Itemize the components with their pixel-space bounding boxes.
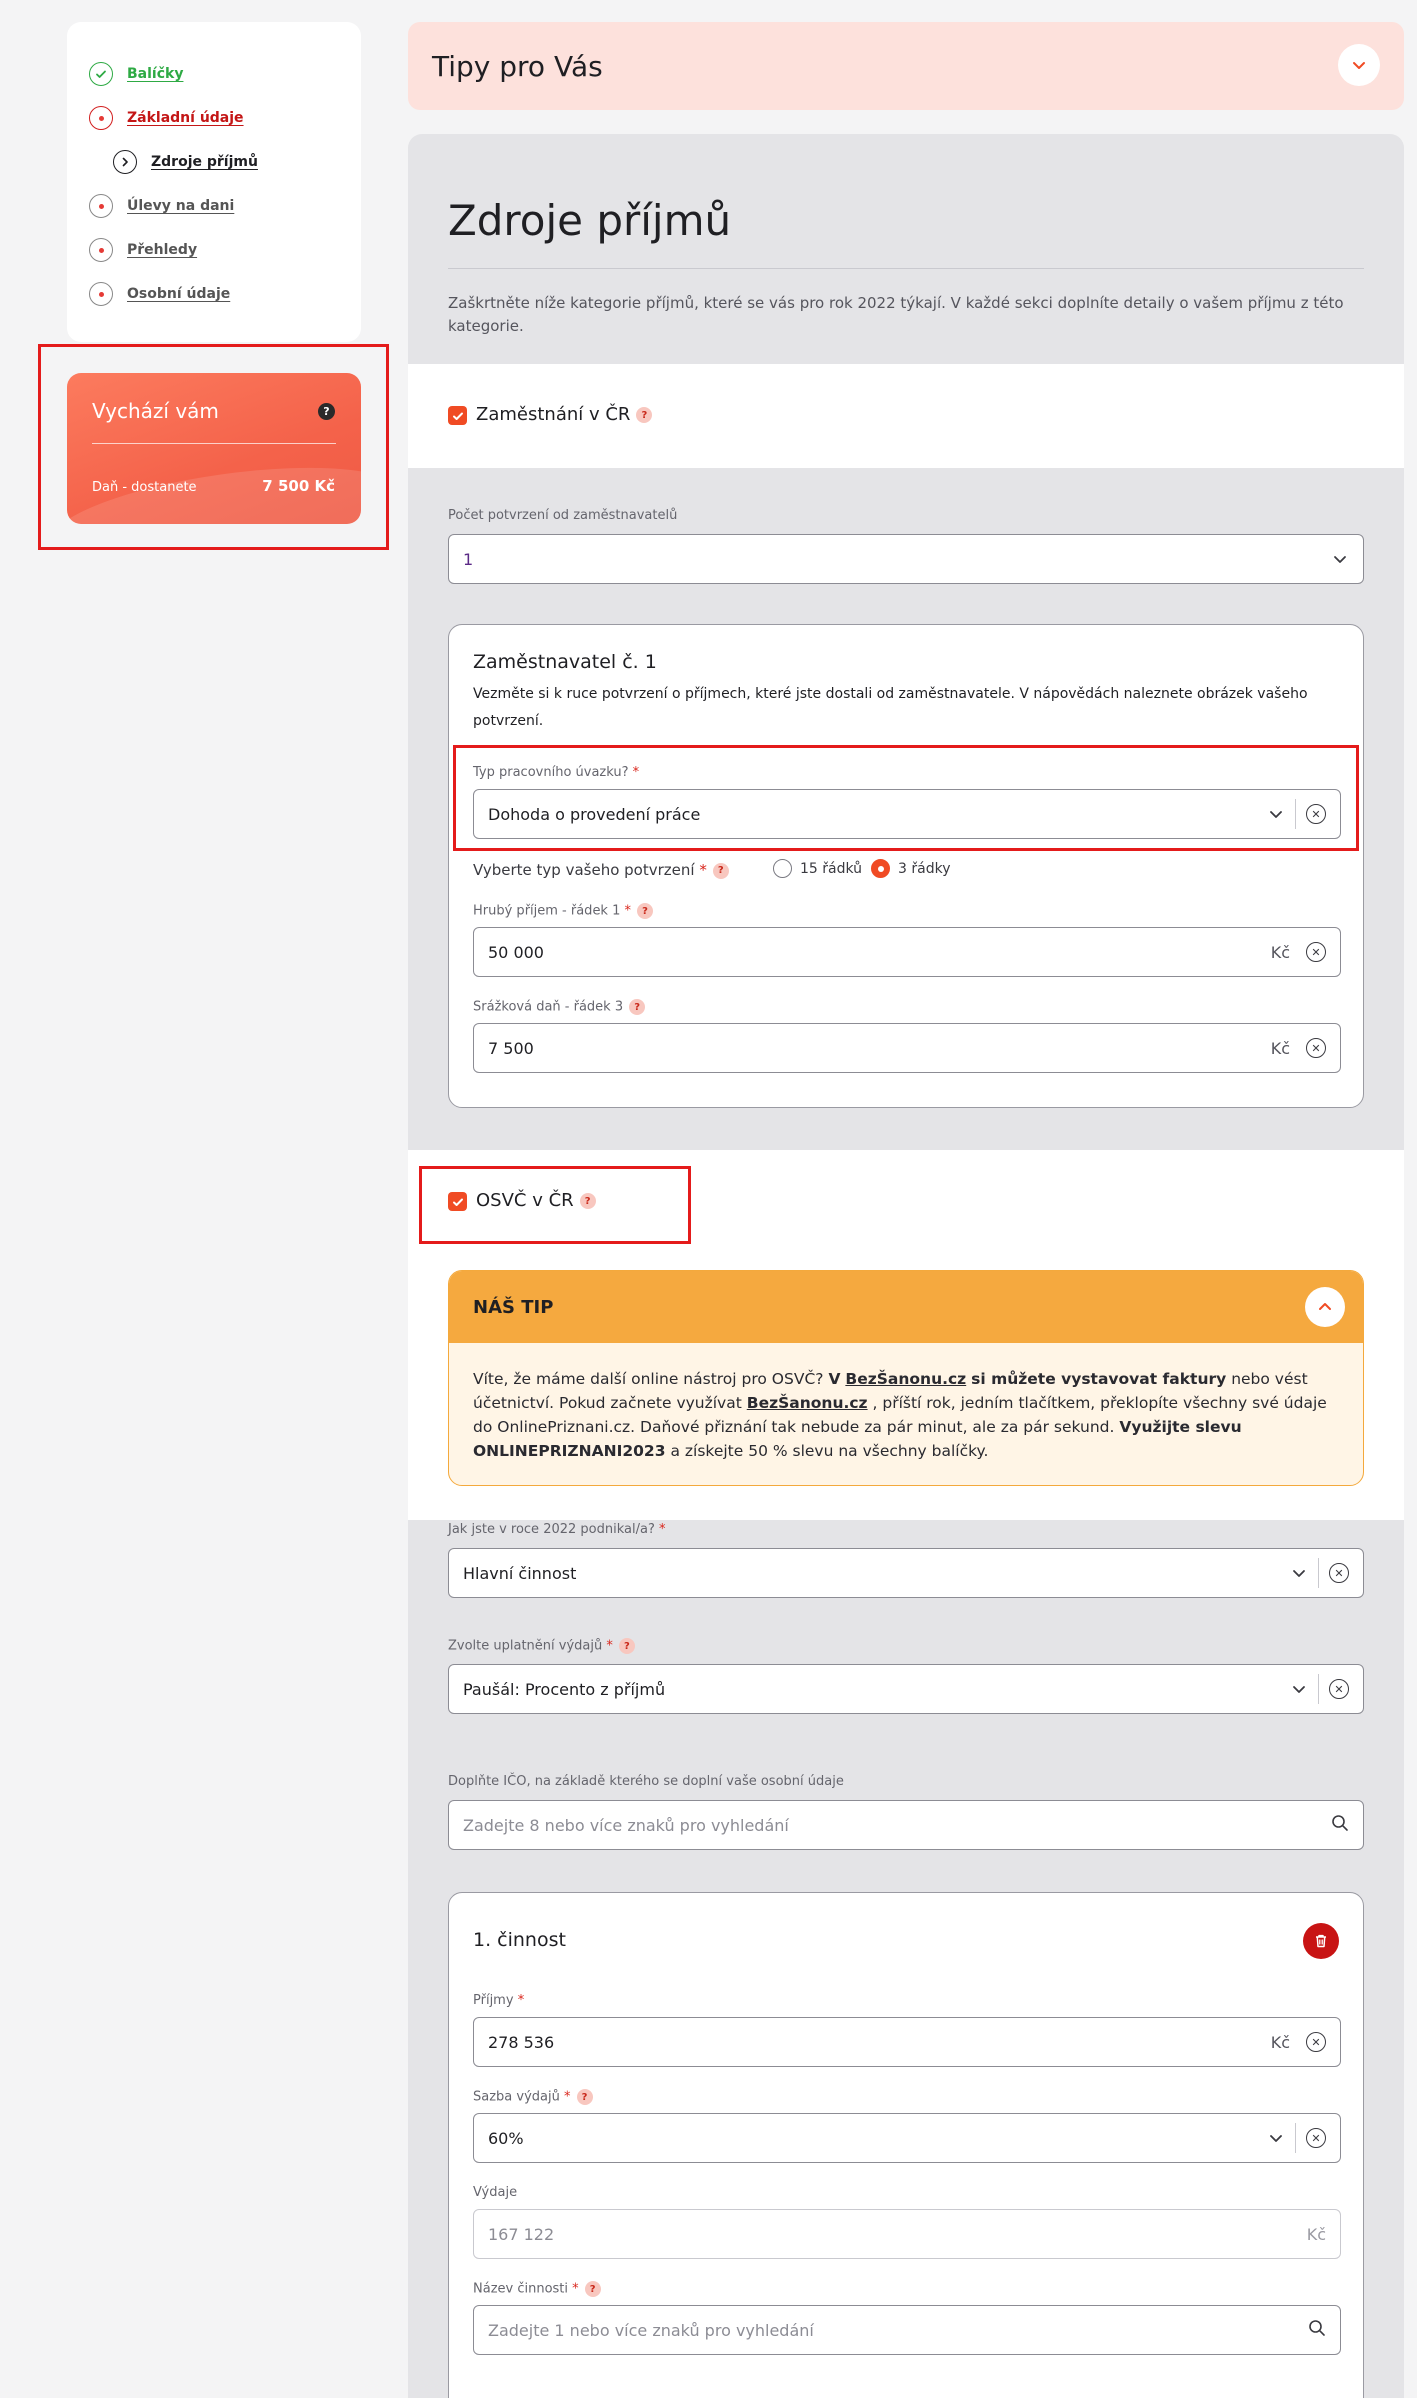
nav-item-label: Balíčky [127, 66, 184, 82]
nav-item-zdroje-prijmu[interactable]: Zdroje příjmů [113, 150, 258, 174]
dot-icon [89, 282, 113, 306]
summary-result-label: Daň - dostanete [92, 480, 197, 495]
employer-count-select[interactable]: 1 [448, 534, 1364, 584]
nav-item-ulevy[interactable]: Úlevy na dani [89, 194, 234, 218]
employment-label: Zaměstnání v ČR? [476, 404, 653, 425]
income-input[interactable]: 278 536 Kč ✕ [473, 2017, 1341, 2067]
highlight-osvc [419, 1166, 691, 1244]
clear-icon[interactable]: ✕ [1306, 2128, 1326, 2148]
help-icon[interactable]: ? [584, 2281, 601, 2297]
tax-summary-card: Vychází vám ? Daň - dostanete 7 500 Kč [67, 373, 361, 524]
expenses-amount-input: 167 122 Kč [473, 2209, 1341, 2259]
rate-label: Sazba výdajů *? [473, 2089, 593, 2105]
clear-icon[interactable]: ✕ [1306, 2032, 1326, 2052]
withholding-tax-input[interactable]: 7 500 Kč ✕ [473, 1023, 1341, 1073]
chevron-down-icon [1290, 1680, 1308, 1698]
chevron-down-icon [1290, 1564, 1308, 1582]
help-icon[interactable]: ? [629, 999, 646, 1015]
bezsanonu-link[interactable]: BezŠanonu.cz [845, 1370, 966, 1388]
dot-icon [89, 238, 113, 262]
expenses-amount-label: Výdaje [473, 2185, 518, 2200]
ico-search-input[interactable]: Zadejte 8 nebo více znaků pro vyhledání [448, 1800, 1364, 1850]
nav-item-label: Osobní údaje [127, 286, 231, 302]
expenses-label: Zvolte uplatnění výdajů *? [448, 1638, 635, 1654]
tip-collapse-button[interactable] [1305, 1287, 1345, 1327]
nav-item-balicky[interactable]: Balíčky [89, 62, 183, 86]
help-icon[interactable]: ? [318, 403, 335, 420]
activity-title: 1. činnost [473, 1929, 566, 1951]
activity-name-input[interactable]: Zadejte 1 nebo více znaků pro vyhledání [473, 2305, 1341, 2355]
help-icon[interactable]: ? [576, 2089, 593, 2105]
dot-icon [89, 194, 113, 218]
page-title: Zdroje příjmů [448, 196, 732, 245]
nav-item-prehledy[interactable]: Přehledy [89, 238, 197, 262]
activity-card: 1. činnost Příjmy * 278 536 Kč ✕ Sazba v… [448, 1892, 1364, 2398]
chevron-down-icon [1353, 62, 1365, 69]
employer-card-title: Zaměstnavatel č. 1 [473, 651, 657, 673]
sidebar-nav: Balíčky Základní údaje Zdroje příjmů Úle… [67, 22, 361, 342]
tip-text: Víte, že máme další online nástroj pro O… [473, 1370, 1327, 1460]
business-type-select[interactable]: Hlavní činnost ✕ [448, 1548, 1364, 1598]
gross-income-label: Hrubý příjem - řádek 1 *? [473, 903, 654, 919]
dot-icon [89, 106, 113, 130]
radio-3-rows[interactable]: 3 řádky [871, 859, 950, 878]
chevron-down-icon [1267, 2129, 1285, 2147]
nav-item-zakladni-udaje[interactable]: Základní údaje [89, 106, 244, 130]
search-icon[interactable] [1308, 2319, 1326, 2341]
page-intro: Zaškrtněte níže kategorie příjmů, které … [448, 294, 1344, 335]
tips-banner[interactable]: Tipy pro Vás [408, 22, 1404, 110]
tip-box: NÁŠ TIP Víte, že máme další online nástr… [448, 1270, 1364, 1486]
highlight-contract-type [453, 745, 1359, 851]
help-icon[interactable]: ? [636, 407, 653, 423]
help-icon[interactable]: ? [618, 1638, 635, 1654]
income-sources-panel: Zdroje příjmů Zaškrtněte níže kategorie … [408, 134, 1404, 2398]
confirm-type-label: Vyberte typ vašeho potvrzení *? [473, 861, 729, 879]
bezsanonu-link[interactable]: BezŠanonu.cz [747, 1394, 868, 1412]
divider [92, 443, 336, 444]
clear-icon[interactable]: ✕ [1329, 1679, 1349, 1699]
income-label: Příjmy * [473, 1993, 525, 2008]
summary-highlight: Vychází vám ? Daň - dostanete 7 500 Kč [38, 344, 389, 550]
expense-rate-select[interactable]: 60% ✕ [473, 2113, 1341, 2163]
summary-result-value: 7 500 Kč [262, 477, 335, 495]
summary-title: Vychází vám [92, 399, 219, 423]
chevron-up-icon [1319, 1303, 1331, 1310]
divider [448, 268, 1364, 269]
business-label: Jak jste v roce 2022 podnikal/a? * [448, 1522, 666, 1537]
nav-item-label: Úlevy na dani [127, 198, 235, 214]
clear-icon[interactable]: ✕ [1306, 1038, 1326, 1058]
employer-card-desc: Vezměte si k ruce potvrzení o příjmech, … [473, 686, 1308, 729]
chevron-down-icon [1331, 550, 1349, 568]
tip-header[interactable]: NÁŠ TIP [449, 1271, 1363, 1343]
activity-name-label: Název činnosti *? [473, 2281, 601, 2297]
clear-icon[interactable]: ✕ [1329, 1563, 1349, 1583]
delete-activity-button[interactable] [1303, 1923, 1339, 1959]
help-icon[interactable]: ? [712, 862, 729, 879]
help-icon[interactable]: ? [637, 903, 654, 919]
clear-icon[interactable]: ✕ [1306, 942, 1326, 962]
gross-income-input[interactable]: 50 000 Kč ✕ [473, 927, 1341, 977]
count-label: Počet potvrzení od zaměstnavatelů [448, 508, 678, 523]
search-icon[interactable] [1331, 1814, 1349, 1836]
trash-icon [1316, 1934, 1326, 1948]
ico-label: Doplňte IČO, na základě kterého se dopln… [448, 1774, 844, 1789]
nav-item-label: Zdroje příjmů [151, 154, 258, 170]
checkmark-icon [452, 412, 463, 420]
tip-title: NÁŠ TIP [473, 1297, 554, 1318]
employer-card: Zaměstnavatel č. 1 Vezměte si k ruce pot… [448, 624, 1364, 1108]
check-icon [89, 62, 113, 86]
tips-expand-button[interactable] [1338, 44, 1380, 86]
withholding-tax-label: Srážková daň - řádek 3? [473, 999, 646, 1015]
nav-item-label: Základní údaje [127, 110, 244, 126]
nav-item-label: Přehledy [127, 242, 198, 258]
tips-title: Tipy pro Vás [432, 50, 603, 83]
nav-item-osobni-udaje[interactable]: Osobní údaje [89, 282, 230, 306]
radio-15-rows[interactable]: 15 řádků [773, 859, 862, 878]
chevron-right-icon [113, 150, 137, 174]
employment-checkbox[interactable] [448, 406, 467, 425]
expenses-method-select[interactable]: Paušál: Procento z příjmů ✕ [448, 1664, 1364, 1714]
